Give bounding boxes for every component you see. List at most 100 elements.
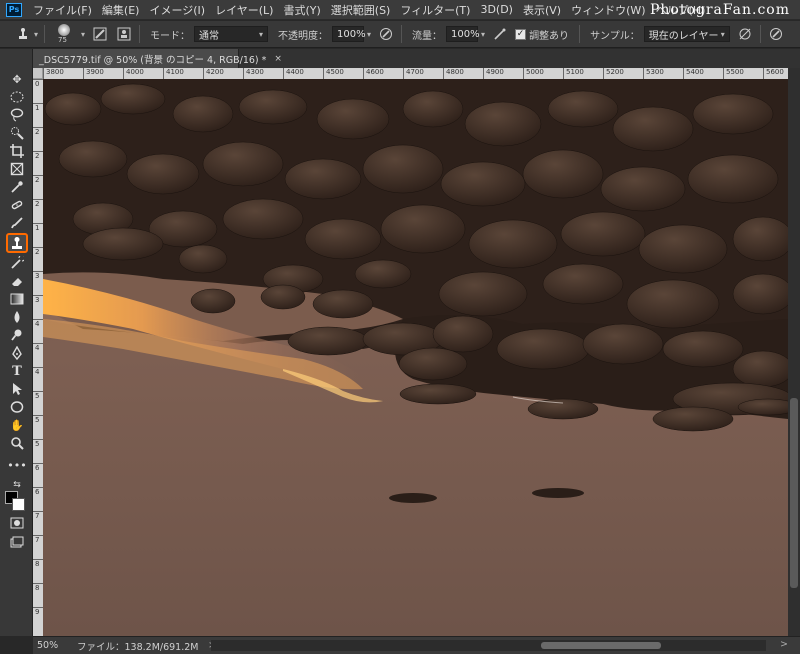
history-brush-tool-icon[interactable]	[8, 255, 26, 271]
pressure-size-icon[interactable]	[767, 25, 785, 43]
quick-mask-icon[interactable]	[8, 515, 26, 531]
move-tool-icon[interactable]: ✥	[8, 71, 26, 87]
ruler-tick: 5	[33, 415, 43, 439]
menu-type[interactable]: 書式(Y)	[278, 2, 325, 18]
ruler-tick: 3	[33, 295, 43, 319]
blend-mode-select[interactable]: 通常 ▾	[194, 26, 269, 42]
ruler-tick: 9	[33, 607, 43, 631]
vertical-ruler[interactable]: 01222212334445556677889	[33, 79, 43, 636]
ruler-origin[interactable]	[33, 68, 43, 79]
ruler-tick: 4	[33, 319, 43, 343]
divider	[579, 25, 581, 43]
airbrush-icon[interactable]	[491, 25, 509, 43]
vertical-scrollbar[interactable]	[788, 68, 800, 636]
ruler-tick: 5600	[763, 68, 788, 79]
dodge-tool-icon[interactable]	[8, 327, 26, 343]
ellipse-tool-icon[interactable]	[8, 399, 26, 415]
menu-view[interactable]: 表示(V)	[518, 2, 566, 18]
menu-filter[interactable]: フィルター(T)	[395, 2, 475, 18]
document-tab[interactable]: _DSC5779.tif @ 50% (背景 のコピー 4, RGB/16) *…	[33, 49, 282, 68]
horizontal-ruler[interactable]: 3800 3900 4000 4100 4200 4300 4400 4500 4600 4700…	[43, 68, 788, 79]
menu-file[interactable]: ファイル(F)	[28, 2, 97, 18]
ruler-tick: 4600	[363, 68, 403, 79]
more-tools-icon[interactable]: •••	[7, 457, 26, 473]
zoom-tool-icon[interactable]	[8, 435, 26, 451]
ruler-tick: 1	[33, 223, 43, 247]
path-selection-tool-icon[interactable]	[8, 381, 26, 397]
ruler-tick: 2	[33, 151, 43, 175]
zoom-level[interactable]: 50%	[33, 640, 67, 651]
background-color-swatch[interactable]	[12, 498, 25, 511]
flow-caret-icon[interactable]: ▾	[481, 30, 485, 39]
blur-tool-icon[interactable]	[8, 309, 26, 325]
menu-select[interactable]: 選択範囲(S)	[326, 2, 396, 18]
ruler-tick: 4300	[243, 68, 283, 79]
brush-settings-icon[interactable]	[91, 25, 109, 43]
document-tab-bar: _DSC5779.tif @ 50% (背景 のコピー 4, RGB/16) *…	[33, 49, 800, 68]
ruler-tick: 4	[33, 343, 43, 367]
menu-layer[interactable]: レイヤー(L)	[210, 2, 278, 18]
pen-tool-icon[interactable]	[8, 345, 26, 361]
color-swatches[interactable]	[5, 487, 29, 511]
type-tool-icon[interactable]: T	[8, 363, 26, 379]
ruler-tick: 1	[33, 103, 43, 127]
ruler-tick: 4	[33, 367, 43, 391]
ruler-tick: 2	[33, 175, 43, 199]
file-size-info[interactable]: ファイル：138.2M/691.2M	[77, 639, 199, 653]
ruler-tick: 4200	[203, 68, 243, 79]
divider	[401, 25, 403, 43]
status-bar: 50% ファイル：138.2M/691.2M > < >	[33, 636, 800, 654]
aligned-checkbox[interactable]: ✓	[515, 28, 527, 40]
opacity-input[interactable]: 100%	[332, 26, 366, 42]
clone-stamp-preset-icon[interactable]	[14, 25, 32, 43]
ruler-tick: 0	[33, 79, 43, 103]
aligned-label: 調整あり	[529, 30, 570, 42]
screen-mode-icon[interactable]	[8, 535, 26, 551]
menu-3d[interactable]: 3D(D)	[475, 3, 518, 16]
vertical-scroll-thumb[interactable]	[790, 398, 798, 588]
sample-label: サンプル：	[590, 30, 640, 42]
document-canvas[interactable]	[43, 79, 788, 636]
brush-size-label: 75	[58, 36, 67, 44]
menu-edit[interactable]: 編集(E)	[97, 2, 145, 18]
crop-tool-icon[interactable]	[8, 143, 26, 159]
ignore-adjustment-layers-icon[interactable]	[736, 25, 754, 43]
opacity-caret-icon[interactable]: ▾	[367, 30, 371, 39]
flow-input[interactable]: 100%	[446, 26, 480, 42]
clone-stamp-tool-icon[interactable]	[6, 233, 28, 253]
frame-tool-icon[interactable]	[8, 161, 26, 177]
opacity-label: 不透明度：	[278, 30, 329, 42]
ruler-tick: 4700	[403, 68, 443, 79]
eraser-tool-icon[interactable]	[8, 273, 26, 289]
brush-picker[interactable]: 75	[51, 23, 79, 45]
ruler-tick: 3800	[43, 68, 83, 79]
document-tab-title: _DSC5779.tif @ 50% (背景 のコピー 4, RGB/16) *	[39, 54, 267, 66]
ruler-tick: 2	[33, 199, 43, 223]
chevron-down-icon: ▾	[720, 29, 725, 39]
pressure-opacity-icon[interactable]	[377, 25, 395, 43]
eyedropper-tool-icon[interactable]	[8, 179, 26, 195]
quick-select-tool-icon[interactable]	[8, 125, 26, 141]
gradient-tool-icon[interactable]	[8, 291, 26, 307]
preset-caret-icon[interactable]: ▾	[34, 30, 38, 39]
menu-image[interactable]: イメージ(I)	[144, 2, 210, 18]
menu-window[interactable]: ウィンドウ(W)	[566, 2, 650, 18]
brush-tool-icon[interactable]	[8, 215, 26, 231]
mode-label: モード：	[150, 30, 191, 42]
ruler-tick: 6	[33, 487, 43, 511]
ruler-tick: 5	[33, 439, 43, 463]
sample-select[interactable]: 現在のレイヤー ▾	[643, 26, 730, 42]
healing-brush-tool-icon[interactable]	[8, 197, 26, 213]
chevron-down-icon: ▾	[259, 29, 264, 39]
horizontal-scrollbar[interactable]	[211, 640, 766, 651]
scroll-right-arrow[interactable]: >	[780, 639, 788, 650]
horizontal-scroll-thumb[interactable]	[541, 642, 661, 649]
clone-source-icon[interactable]	[115, 25, 133, 43]
lasso-tool-icon[interactable]	[8, 107, 26, 123]
hand-tool-icon[interactable]: ✋	[8, 417, 26, 433]
close-icon[interactable]: ×	[274, 54, 282, 64]
ruler-tick: 5300	[643, 68, 683, 79]
brush-caret-icon[interactable]: ▾	[81, 30, 85, 39]
marquee-tool-icon[interactable]	[8, 89, 26, 105]
beach-rocks-photo	[43, 79, 788, 636]
